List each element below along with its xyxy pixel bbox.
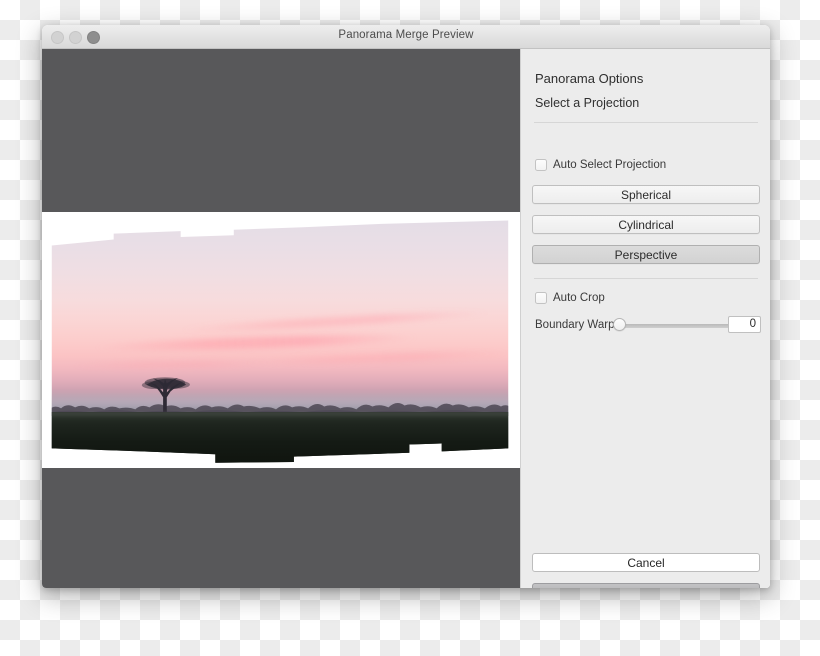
boundary-warp-slider-handle[interactable] <box>613 318 626 331</box>
boundary-warp-label: Boundary Warp: <box>535 319 618 331</box>
auto-select-projection-label: Auto Select Projection <box>553 159 667 171</box>
panorama-preview-pane[interactable] <box>42 49 520 588</box>
panorama-options-panel: Panorama Options Select a Projection Aut… <box>520 49 770 588</box>
panel-title: Panorama Options <box>535 71 644 86</box>
panorama-canvas <box>42 212 520 468</box>
dark-field-foreground <box>51 411 509 463</box>
divider <box>534 278 758 279</box>
merge-button[interactable]: Merge <box>532 583 760 588</box>
checkbox-icon[interactable] <box>535 292 547 304</box>
divider <box>534 122 758 123</box>
window-titlebar[interactable]: Panorama Merge Preview <box>42 25 770 49</box>
projection-button-cylindrical[interactable]: Cylindrical <box>532 215 760 234</box>
boundary-warp-value-field[interactable]: 0 <box>728 316 761 333</box>
projection-button-spherical[interactable]: Spherical <box>532 185 760 204</box>
checkbox-icon[interactable] <box>535 159 547 171</box>
projection-button-perspective[interactable]: Perspective <box>532 245 760 264</box>
window-title: Panorama Merge Preview <box>338 29 474 41</box>
foreground-oak-tree-silhouette <box>128 372 202 416</box>
panorama-image <box>51 220 509 463</box>
window-body: Panorama Options Select a Projection Aut… <box>42 49 770 588</box>
cancel-button[interactable]: Cancel <box>532 553 760 572</box>
boundary-warp-row: Boundary Warp: 0 <box>535 316 761 334</box>
auto-select-projection-row[interactable]: Auto Select Projection <box>535 159 666 171</box>
panorama-merge-window: Panorama Merge Preview Panorama Options … <box>42 25 770 588</box>
panel-subtitle: Select a Projection <box>535 96 640 110</box>
boundary-warp-slider[interactable] <box>619 324 739 328</box>
auto-crop-row[interactable]: Auto Crop <box>535 292 605 304</box>
auto-crop-label: Auto Crop <box>553 292 605 304</box>
